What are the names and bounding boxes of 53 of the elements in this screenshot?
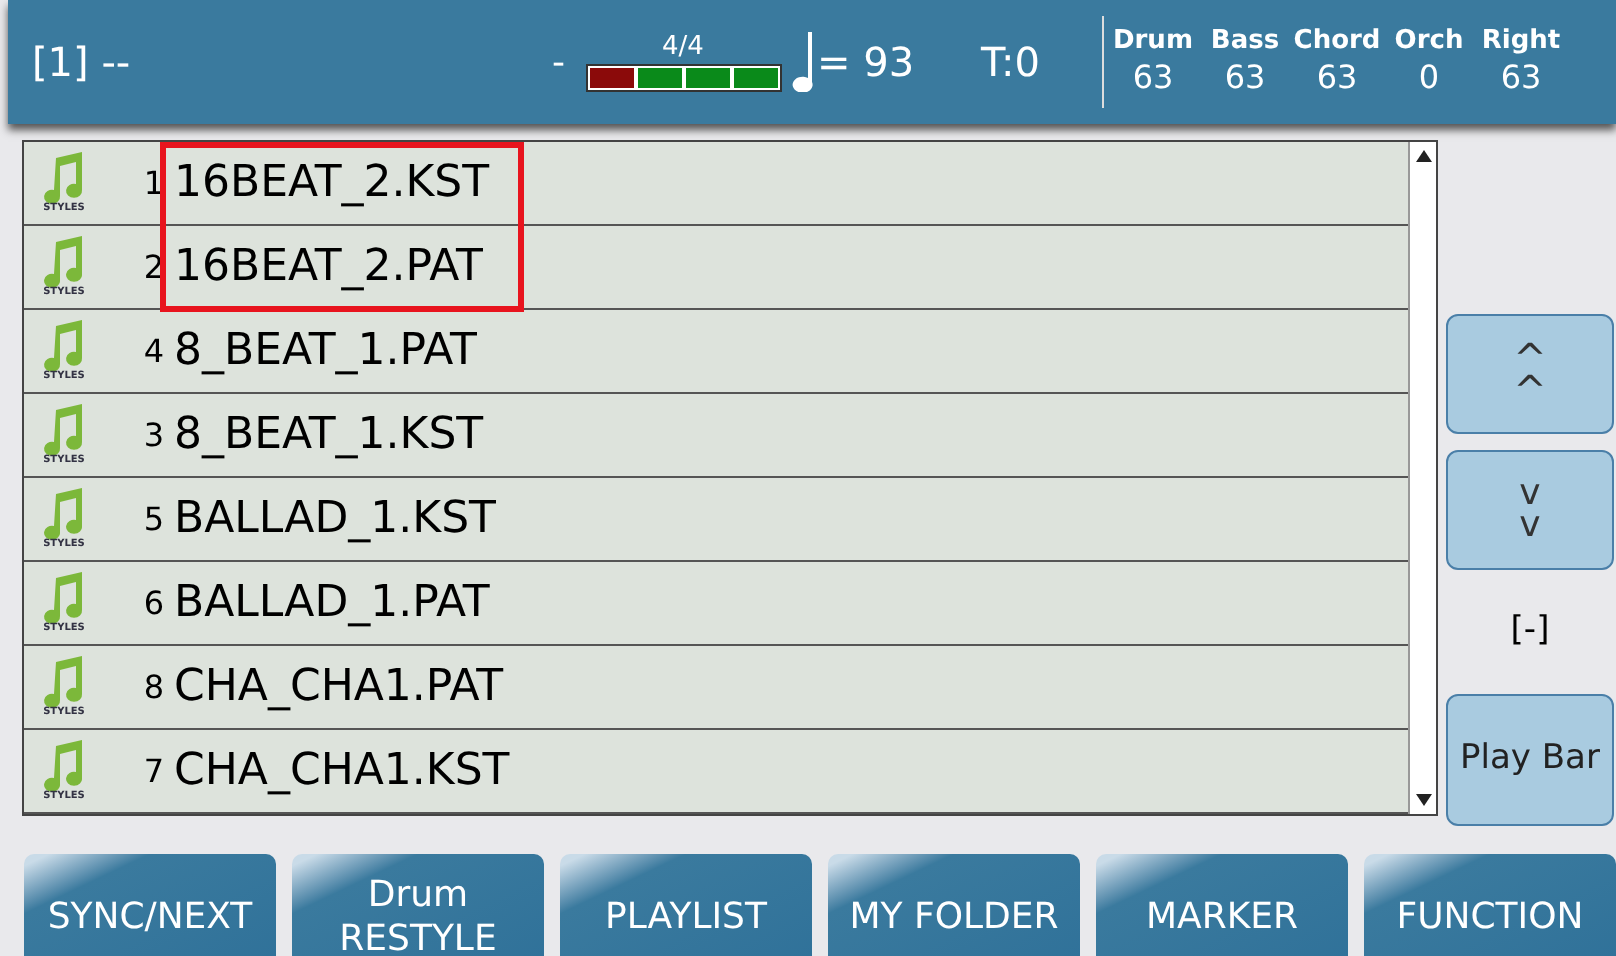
page-down-button[interactable]: v v — [1446, 450, 1614, 570]
music-note-icon — [42, 152, 86, 204]
file-name: CHA_CHA1.PAT — [174, 660, 504, 716]
time-signature: 4/4 — [662, 33, 704, 59]
music-note-icon — [42, 488, 86, 540]
music-note-icon — [42, 572, 86, 624]
file-number: 2 — [141, 245, 164, 289]
music-note-icon — [42, 656, 86, 708]
page-up-button[interactable]: ^ ^ — [1446, 314, 1614, 434]
function-button[interactable]: SYNC/NEXT — [24, 853, 276, 956]
transpose-label: T:0 — [981, 36, 1042, 90]
channel-label: Orch — [1394, 25, 1464, 59]
volume-value: 63 — [1224, 58, 1266, 99]
file-number: 8 — [141, 665, 164, 709]
music-note-icon — [42, 740, 86, 792]
file-name: 16BEAT_2.PAT — [174, 240, 483, 296]
channel-label: Chord — [1293, 25, 1381, 59]
quarter-note-icon — [789, 32, 817, 92]
volume-value: 63 — [1316, 58, 1358, 99]
file-name: 8_BEAT_1.KST — [174, 408, 484, 464]
play-bar-button[interactable]: Play Bar — [1446, 693, 1614, 825]
dash-label: - — [552, 39, 565, 87]
scroll-up-icon[interactable] — [1415, 150, 1431, 162]
function-button[interactable]: MARKER — [1096, 853, 1348, 956]
function-button[interactable]: FUNCTION — [1364, 853, 1616, 956]
file-name: CHA_CHA1.KST — [174, 744, 510, 800]
music-note-icon — [42, 404, 86, 456]
file-number: 4 — [141, 329, 164, 373]
channel-label: Right — [1481, 25, 1561, 59]
scrollbar[interactable] — [1408, 142, 1436, 814]
channel-label: Bass — [1210, 25, 1280, 59]
function-button[interactable]: MY FOLDER — [828, 853, 1080, 956]
slot-label: [1] -- — [32, 36, 133, 90]
file-name: BALLAD_1.KST — [174, 492, 496, 548]
volume-value: 63 — [1500, 58, 1542, 99]
status-text: [-] — [1510, 608, 1550, 654]
music-note-icon — [42, 320, 86, 372]
scroll-down-icon[interactable] — [1415, 794, 1431, 806]
file-name: 8_BEAT_1.PAT — [174, 324, 477, 380]
file-number: 5 — [141, 497, 164, 541]
music-note-icon — [42, 236, 86, 288]
function-button[interactable]: PLAYLIST — [560, 853, 812, 956]
channel-label: Drum — [1112, 25, 1193, 59]
volume-value: 63 — [1132, 58, 1174, 99]
file-number: 6 — [141, 581, 164, 625]
volume-value: 0 — [1418, 58, 1440, 99]
file-number: 7 — [141, 749, 164, 793]
file-name: 16BEAT_2.KST — [174, 156, 490, 212]
file-name: BALLAD_1.PAT — [174, 576, 490, 632]
file-number: 1 — [141, 161, 164, 205]
function-button[interactable]: Drum RESTYLE — [292, 853, 544, 956]
tempo-label: = 93 — [817, 36, 917, 90]
file-number: 3 — [141, 413, 164, 457]
